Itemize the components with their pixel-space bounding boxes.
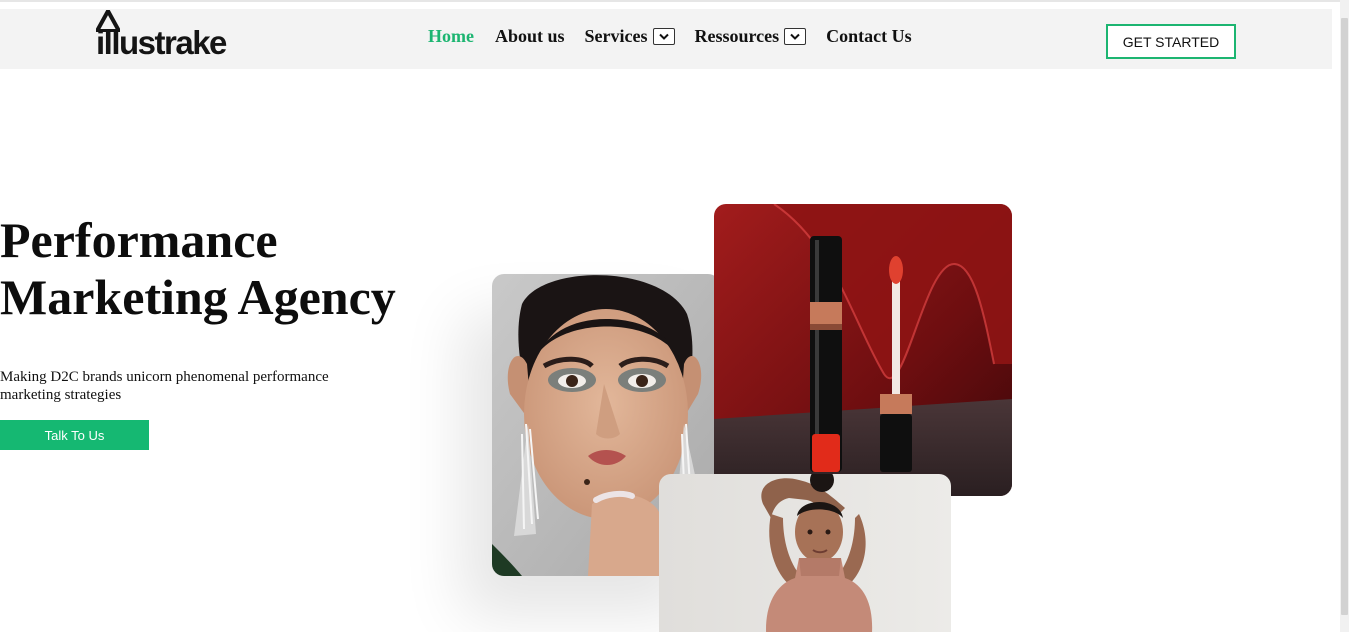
hero-title-line-2: Marketing Agency (0, 269, 396, 325)
hero-title-line-1: Performance (0, 212, 278, 268)
chevron-down-icon (658, 33, 669, 40)
nav-label: About us (494, 25, 565, 46)
model-pose-photo (659, 474, 951, 632)
nav-label: Home (428, 25, 474, 46)
chevron-down-icon (790, 33, 800, 40)
nav-item-services[interactable]: Services (585, 26, 675, 47)
get-started-button[interactable]: GET STARTED (1106, 24, 1236, 59)
nav-item-about[interactable]: About us (495, 26, 565, 47)
nav-label: Ressources (694, 25, 780, 46)
main-nav: Home About us Services Ressources Contac… (428, 21, 912, 51)
hero-subtitle: Making D2C brands unicorn phenomenal per… (0, 369, 329, 403)
nav-item-home[interactable]: Home (428, 26, 474, 47)
nav-item-ressources[interactable]: Ressources (695, 26, 807, 47)
ressources-dropdown-toggle[interactable] (784, 27, 807, 45)
services-dropdown-toggle[interactable] (652, 27, 675, 45)
nav-label: Services (584, 25, 648, 46)
brand-name: illustrake (96, 24, 227, 61)
hero-title: Performance Marketing Agency (0, 212, 440, 326)
nav-label: Contact Us (826, 25, 912, 46)
site-header: illustrake Home About us Services Ressou… (0, 9, 1332, 69)
scrollbar-thumb[interactable] (1341, 18, 1348, 615)
brand-logo[interactable]: illustrake (96, 9, 236, 67)
window-top-border (0, 0, 1340, 2)
nav-item-contact[interactable]: Contact Us (826, 26, 912, 47)
lipstick-product-photo (714, 204, 1012, 496)
talk-to-us-button[interactable]: Talk To Us (0, 420, 149, 450)
